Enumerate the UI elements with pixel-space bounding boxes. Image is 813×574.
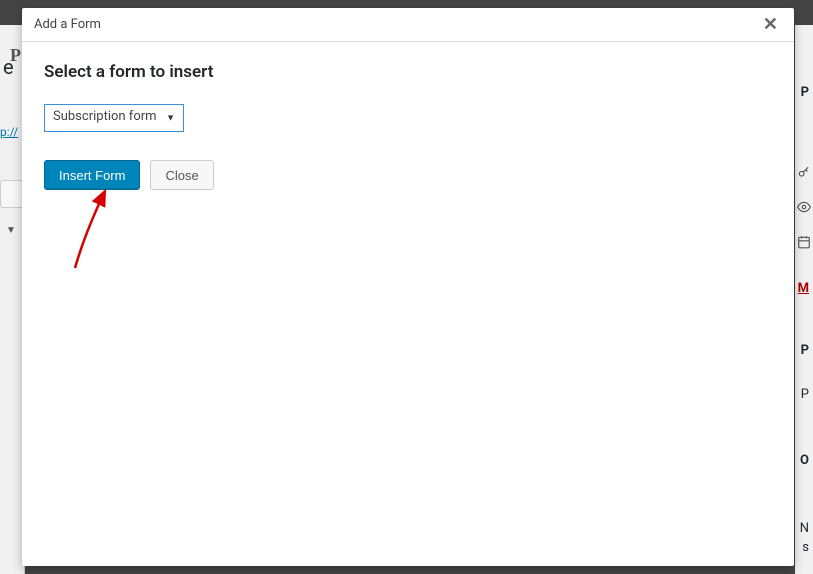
bg-text: M (798, 281, 809, 296)
bg-text: P (801, 85, 809, 100)
bg-link-fragment: p:// (0, 125, 18, 139)
form-select-value: Subscription form (53, 109, 157, 124)
bg-chevron: ▼ (6, 225, 16, 236)
bg-text: P (10, 45, 21, 66)
calendar-icon (797, 235, 811, 253)
bg-text: O (800, 453, 809, 468)
add-form-modal: Add a Form ✕ Select a form to insert Sub… (22, 8, 794, 566)
bg-text: s (802, 540, 809, 555)
bg-text: N (800, 521, 809, 536)
modal-body: Select a form to insert Subscription for… (22, 42, 794, 210)
modal-header: Add a Form ✕ (22, 8, 794, 42)
button-row: Insert Form Close (44, 160, 772, 190)
close-button[interactable]: Close (150, 160, 213, 190)
bg-text: P (801, 387, 809, 402)
select-form-heading: Select a form to insert (44, 62, 772, 82)
background-right-strip: P M P P O N s (795, 25, 813, 574)
close-icon[interactable]: ✕ (759, 12, 782, 38)
modal-title: Add a Form (34, 17, 101, 32)
bg-text: P (801, 343, 809, 358)
bg-button-fragment (0, 180, 24, 208)
insert-form-button[interactable]: Insert Form (44, 160, 140, 190)
form-select-dropdown[interactable]: Subscription form (44, 104, 184, 132)
key-icon (797, 165, 811, 183)
eye-icon (797, 200, 811, 218)
